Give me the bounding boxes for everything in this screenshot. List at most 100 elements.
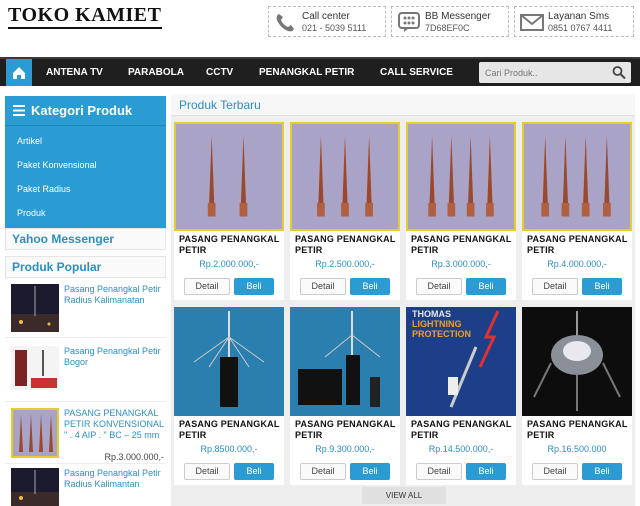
buy-button[interactable]: Beli: [234, 278, 274, 295]
nav-item-penangkal-petir[interactable]: PENANGKAL PETIR: [259, 67, 354, 78]
product-name[interactable]: PASANG PENANGKAL PETIR: [295, 419, 399, 441]
detail-button[interactable]: Detail: [184, 463, 230, 480]
contact-label: BB Messenger: [425, 11, 491, 22]
product-price: Rp.9.300.000,-: [315, 444, 375, 454]
svg-text:PROTECTION: PROTECTION: [412, 329, 471, 339]
popular-item[interactable]: Pasang Penangkal Petir Radius Kalimantan: [5, 468, 166, 506]
buy-button[interactable]: Beli: [350, 463, 390, 480]
main-content: Produk Terbaru PASANG PENANGKAL PETIR Rp…: [171, 94, 635, 506]
product-price: Rp.2.500.000,-: [315, 259, 375, 269]
contact-bb-messenger: BB Messenger 7D68EF0C: [391, 6, 509, 37]
product-image[interactable]: [522, 307, 632, 416]
detail-button[interactable]: Detail: [416, 278, 462, 295]
nav-item-antena-tv[interactable]: ANTENA TV: [46, 67, 103, 78]
product-image[interactable]: [290, 122, 400, 231]
product-thumbnail: [11, 284, 59, 332]
product-name[interactable]: PASANG PENANGKAL PETIR: [179, 234, 283, 256]
product-name[interactable]: PASANG PENANGKAL PETIR: [179, 419, 283, 441]
site-logo[interactable]: TOKO KAMIET: [8, 4, 162, 29]
product-image[interactable]: [522, 122, 632, 231]
section-header: Produk Terbaru: [171, 94, 635, 116]
produk-popular-title: Produk Popular: [5, 256, 166, 278]
product-card: PASANG PENANGKAL PETIR Rp.16.500.000 Det…: [522, 307, 632, 485]
contact-value: 021 - 5039 5111: [302, 23, 367, 33]
product-price: Rp.4.000.000,-: [547, 259, 607, 269]
product-card: PASANG PENANGKAL PETIR Rp.8500.000,- Det…: [174, 307, 284, 485]
buy-button[interactable]: Beli: [234, 463, 274, 480]
search-icon[interactable]: [611, 65, 627, 80]
popular-item-title[interactable]: PASANG PENANGKAL PETIR KONVENSIONAL " . …: [64, 408, 164, 441]
kategori-item-artikel[interactable]: Artikel: [17, 136, 42, 146]
product-card: PASANG PENANGKAL PETIR Rp.4.000.000,- De…: [522, 122, 632, 300]
buy-button[interactable]: Beli: [350, 278, 390, 295]
product-name[interactable]: PASANG PENANGKAL PETIR: [527, 234, 631, 256]
yahoo-messenger-label: Yahoo Messenger: [12, 232, 115, 246]
product-card: THOMAS LIGHTNING PROTECTION PASANG PENAN…: [406, 307, 516, 485]
buy-button[interactable]: Beli: [466, 463, 506, 480]
buy-button[interactable]: Beli: [582, 278, 622, 295]
main-nav: ANTENA TV PARABOLA CCTV PENANGKAL PETIR …: [0, 57, 640, 86]
kategori-item-paket-radius[interactable]: Paket Radius: [17, 184, 71, 194]
home-button[interactable]: [6, 59, 32, 86]
kategori-item-produk[interactable]: Produk: [17, 208, 46, 218]
bbm-icon: [398, 12, 420, 32]
search-box: [479, 62, 631, 83]
popular-item-title[interactable]: Pasang Penangkal Petir Radius Kalimantan: [64, 468, 164, 490]
product-price: Rp.14.500.000,-: [428, 444, 494, 454]
svg-text:LIGHTNING: LIGHTNING: [412, 319, 462, 329]
header: TOKO KAMIET Call center 021 - 5039 5111 …: [0, 0, 640, 56]
product-card: PASANG PENANGKAL PETIR Rp.2.500.000,- De…: [290, 122, 400, 300]
product-price: Rp.16.500.000: [547, 444, 607, 454]
search-input[interactable]: [479, 62, 607, 83]
detail-button[interactable]: Detail: [300, 278, 346, 295]
nav-item-parabola[interactable]: PARABOLA: [128, 67, 184, 78]
product-image[interactable]: THOMAS LIGHTNING PROTECTION: [406, 307, 516, 416]
kategori-header: Kategori Produk: [5, 96, 166, 126]
product-image[interactable]: [174, 307, 284, 416]
popular-item[interactable]: Pasang Penangkal Petir Radius Kalimanata…: [5, 284, 166, 338]
produk-popular-label: Produk Popular: [12, 260, 102, 274]
menu-icon: [13, 105, 25, 116]
popular-item[interactable]: PASANG PENANGKAL PETIR KONVENSIONAL " . …: [5, 408, 166, 464]
product-thumbnail: [11, 346, 59, 390]
kategori-item-paket-konvensional[interactable]: Paket Konvensional: [17, 160, 97, 170]
buy-button[interactable]: Beli: [582, 463, 622, 480]
section-title: Produk Terbaru: [179, 98, 261, 112]
product-image[interactable]: [174, 122, 284, 231]
product-thumbnail: [11, 468, 59, 506]
popular-item-title[interactable]: Pasang Penangkal Petir Radius Kalimanata…: [64, 284, 164, 306]
popular-item-price: Rp.3.000.000,-: [104, 452, 164, 462]
buy-button[interactable]: Beli: [466, 278, 506, 295]
product-image[interactable]: [406, 122, 516, 231]
nav-item-cctv[interactable]: CCTV: [206, 67, 233, 78]
detail-button[interactable]: Detail: [300, 463, 346, 480]
detail-button[interactable]: Detail: [532, 463, 578, 480]
sidebar: Kategori Produk Artikel Paket Konvension…: [5, 96, 166, 506]
popular-item[interactable]: Pasang Penangkal Petir Bogor: [5, 346, 166, 402]
home-icon: [13, 67, 25, 79]
contact-label: Layanan Sms: [548, 11, 610, 22]
contact-value: 0851 0767 4411: [548, 23, 613, 33]
nav-item-call-service[interactable]: CALL SERVICE: [380, 67, 453, 78]
product-name[interactable]: PASANG PENANGKAL PETIR: [295, 234, 399, 256]
product-image[interactable]: [290, 307, 400, 416]
product-name[interactable]: PASANG PENANGKAL PETIR: [411, 234, 515, 256]
svg-text:THOMAS: THOMAS: [412, 309, 451, 319]
product-name[interactable]: PASANG PENANGKAL PETIR: [527, 419, 631, 441]
product-card: PASANG PENANGKAL PETIR Rp.2.000.000,- De…: [174, 122, 284, 300]
kategori-title: Kategori Produk: [31, 103, 133, 118]
product-price: Rp.8500.000,-: [200, 444, 258, 454]
yahoo-messenger-title: Yahoo Messenger: [5, 228, 166, 250]
detail-button[interactable]: Detail: [532, 278, 578, 295]
popular-item-title[interactable]: Pasang Penangkal Petir Bogor: [64, 346, 164, 368]
view-all-button[interactable]: VIEW ALL: [362, 487, 446, 504]
contact-call-center: Call center 021 - 5039 5111: [268, 6, 386, 37]
contact-value: 7D68EF0C: [425, 23, 470, 33]
envelope-icon: [520, 14, 544, 31]
detail-button[interactable]: Detail: [416, 463, 462, 480]
product-name[interactable]: PASANG PENANGKAL PETIR: [411, 419, 515, 441]
contact-label: Call center: [302, 11, 350, 22]
product-thumbnail: [11, 408, 59, 458]
detail-button[interactable]: Detail: [184, 278, 230, 295]
contact-sms: Layanan Sms 0851 0767 4411: [514, 6, 634, 37]
